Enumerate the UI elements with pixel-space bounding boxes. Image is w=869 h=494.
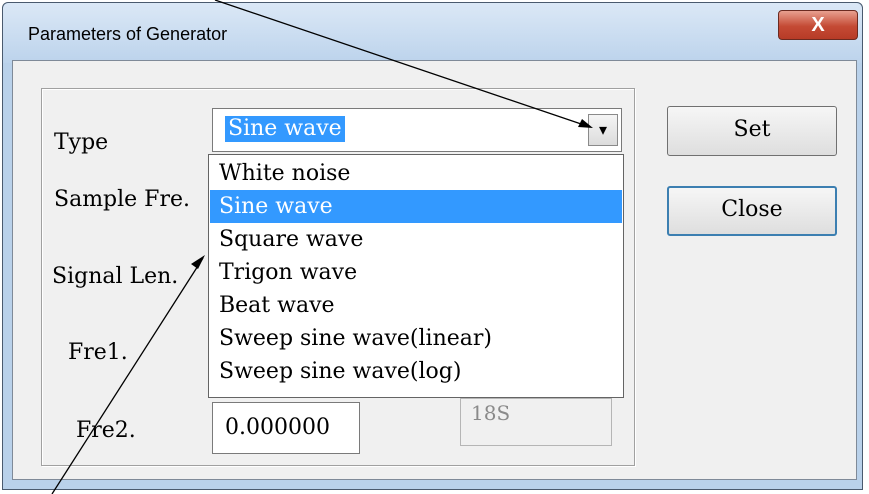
annotation-arrow-line-bottom — [51, 257, 204, 494]
arrowhead-icon — [578, 119, 593, 128]
annotation-arrow-line-top — [214, 0, 591, 128]
annotation-arrows — [51, 0, 593, 494]
arrowhead-icon — [191, 255, 205, 269]
